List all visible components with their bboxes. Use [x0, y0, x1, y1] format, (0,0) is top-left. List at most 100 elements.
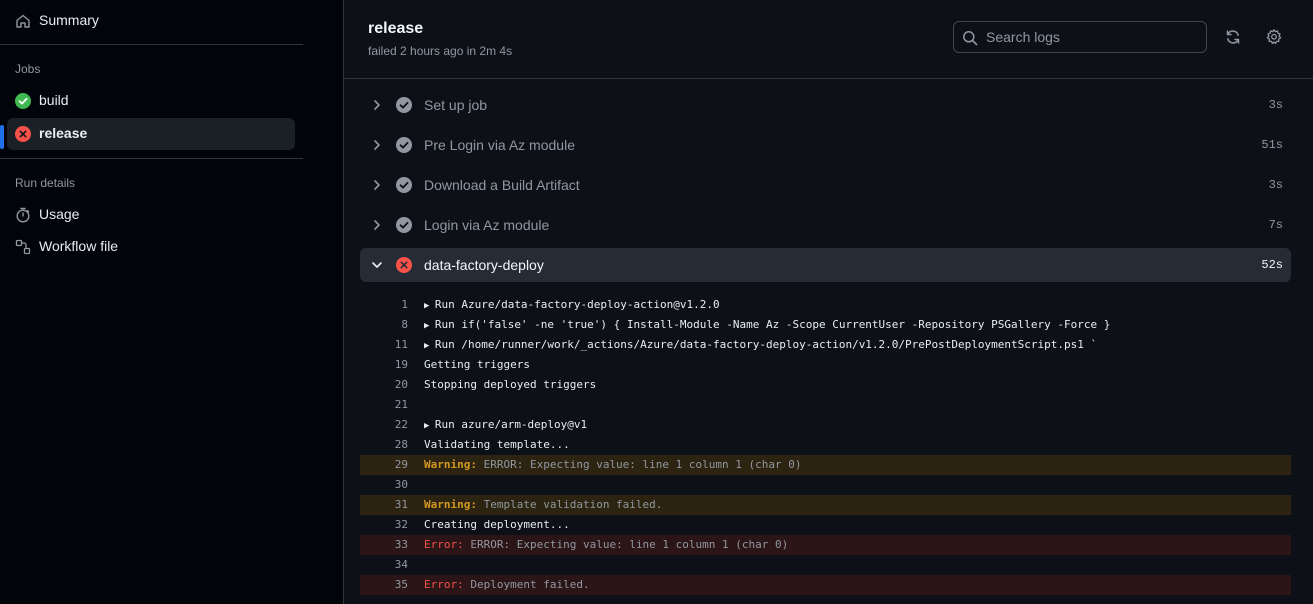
expand-triangle-icon[interactable]: ▶	[424, 341, 435, 351]
step-duration: 3s	[1268, 98, 1283, 112]
step-row[interactable]: Pre Login via Az module 51s	[360, 128, 1291, 162]
search-logs-input[interactable]	[986, 22, 1196, 52]
error-prefix: Error:	[424, 538, 464, 551]
step-row[interactable]: Set up job 3s	[360, 88, 1291, 122]
line-number[interactable]: 30	[360, 475, 408, 495]
log-message: Deployment failed.	[470, 578, 590, 591]
run-details-heading: Run details	[15, 176, 76, 190]
sidebar-divider	[0, 158, 303, 159]
log-text: Error: Deployment failed.	[424, 575, 590, 595]
usage-link[interactable]: Usage	[7, 199, 295, 231]
chevron-right-icon	[370, 98, 384, 112]
check-circle-icon	[15, 93, 31, 109]
line-number[interactable]: 1	[360, 295, 408, 315]
check-circle-icon	[396, 217, 412, 233]
step-row[interactable]: Download a Build Artifact 3s	[360, 168, 1291, 202]
job-item-release[interactable]: release	[7, 118, 295, 150]
error-prefix: Error:	[424, 578, 464, 591]
step-name: Pre Login via Az module	[424, 137, 575, 153]
log-text: Warning: Template validation failed.	[424, 495, 662, 515]
line-number[interactable]: 32	[360, 515, 408, 535]
job-item-build[interactable]: build	[7, 85, 295, 117]
log-text: Validating template...	[424, 438, 570, 451]
step-row-expanded[interactable]: data-factory-deploy 52s	[360, 248, 1291, 282]
expand-triangle-icon[interactable]: ▶	[424, 421, 435, 431]
chevron-right-icon	[370, 138, 384, 152]
line-number[interactable]: 33	[360, 535, 408, 555]
log-error-line: 35 Error: Deployment failed.	[360, 575, 1291, 595]
log-group-line[interactable]: 1 ▶ Run Azure/data-factory-deploy-action@…	[360, 295, 1291, 315]
log-message: ERROR: Expecting value: line 1 column 1 …	[483, 458, 802, 471]
log-text: ▶ Run /home/runner/work/_actions/Azure/d…	[424, 335, 1097, 356]
step-duration: 52s	[1261, 258, 1283, 272]
log-text: Stopping deployed triggers	[424, 378, 597, 391]
chevron-right-icon	[370, 178, 384, 192]
group-title: Run if('false' -ne 'true') { Install-Mod…	[434, 318, 1111, 331]
group-title: Run /home/runner/work/_actions/Azure/dat…	[434, 338, 1098, 351]
gear-icon	[1266, 29, 1282, 45]
log-error-line: 33 Error: ERROR: Expecting value: line 1 …	[360, 535, 1291, 555]
line-number[interactable]: 22	[360, 415, 408, 435]
log-group-line[interactable]: 22 ▶ Run azure/arm-deploy@v1	[360, 415, 1291, 435]
warning-prefix: Warning:	[424, 458, 477, 471]
warning-prefix: Warning:	[424, 498, 477, 511]
summary-link[interactable]: Summary	[7, 5, 295, 37]
settings-button[interactable]	[1258, 21, 1290, 53]
log-warning-line: 31 Warning: Template validation failed.	[360, 495, 1291, 515]
log-line: 19 Getting triggers	[360, 355, 1291, 375]
log-text: Creating deployment...	[424, 518, 570, 531]
stopwatch-icon	[15, 207, 31, 223]
line-number[interactable]: 35	[360, 575, 408, 595]
job-status-subtitle: failed 2 hours ago in 2m 4s	[368, 44, 513, 58]
line-number[interactable]: 20	[360, 375, 408, 395]
log-line: 32 Creating deployment...	[360, 515, 1291, 535]
check-circle-icon	[396, 177, 412, 193]
home-icon	[15, 13, 31, 29]
sidebar: Summary Jobs build release Run details U…	[0, 0, 343, 604]
search-icon	[962, 30, 978, 46]
step-row[interactable]: Login via Az module 7s	[360, 208, 1291, 242]
sidebar-divider	[0, 44, 303, 45]
log-group-line[interactable]: 11 ▶ Run /home/runner/work/_actions/Azure…	[360, 335, 1291, 355]
log-line: 28 Validating template...	[360, 435, 1291, 455]
job-label-release: release	[39, 125, 88, 141]
log-text: ▶ Run Azure/data-factory-deploy-action@v…	[424, 295, 720, 316]
log-warning-line: 29 Warning: ERROR: Expecting value: line …	[360, 455, 1291, 475]
line-number[interactable]: 28	[360, 435, 408, 455]
expand-triangle-icon[interactable]: ▶	[424, 321, 435, 331]
group-title: Run azure/arm-deploy@v1	[434, 418, 588, 431]
sync-icon	[1225, 29, 1241, 45]
expand-triangle-icon[interactable]: ▶	[424, 301, 435, 311]
log-group-line[interactable]: 8 ▶ Run if('false' -ne 'true') { Install-…	[360, 315, 1291, 335]
line-number[interactable]: 21	[360, 395, 408, 415]
search-logs-box[interactable]	[953, 21, 1207, 53]
line-number[interactable]: 11	[360, 335, 408, 355]
workflow-file-link[interactable]: Workflow file	[7, 231, 295, 263]
x-circle-icon	[396, 257, 412, 273]
line-number[interactable]: 8	[360, 315, 408, 335]
line-number[interactable]: 29	[360, 455, 408, 475]
step-name: Login via Az module	[424, 217, 550, 233]
chevron-right-icon	[370, 218, 384, 232]
log-message: ERROR: Expecting value: line 1 column 1 …	[470, 538, 789, 551]
line-number[interactable]: 31	[360, 495, 408, 515]
line-number[interactable]: 19	[360, 355, 408, 375]
refresh-button[interactable]	[1217, 21, 1249, 53]
log-line: 34	[360, 555, 1291, 575]
line-number[interactable]: 34	[360, 555, 408, 575]
log-text: ▶ Run azure/arm-deploy@v1	[424, 415, 587, 436]
workflow-file-icon	[15, 239, 31, 255]
check-circle-icon	[396, 97, 412, 113]
job-title: release	[368, 20, 424, 37]
check-circle-icon	[396, 137, 412, 153]
step-duration: 51s	[1261, 138, 1283, 152]
step-name: data-factory-deploy	[424, 257, 544, 273]
x-circle-icon	[15, 126, 31, 142]
log-text: ▶ Run if('false' -ne 'true') { Install-M…	[424, 315, 1110, 336]
group-title: Run Azure/data-factory-deploy-action@v1.…	[434, 298, 720, 311]
jobs-heading: Jobs	[15, 62, 41, 76]
usage-label: Usage	[39, 206, 80, 222]
log-line: 30	[360, 475, 1291, 495]
active-indicator	[0, 125, 4, 149]
summary-label: Summary	[39, 12, 99, 28]
